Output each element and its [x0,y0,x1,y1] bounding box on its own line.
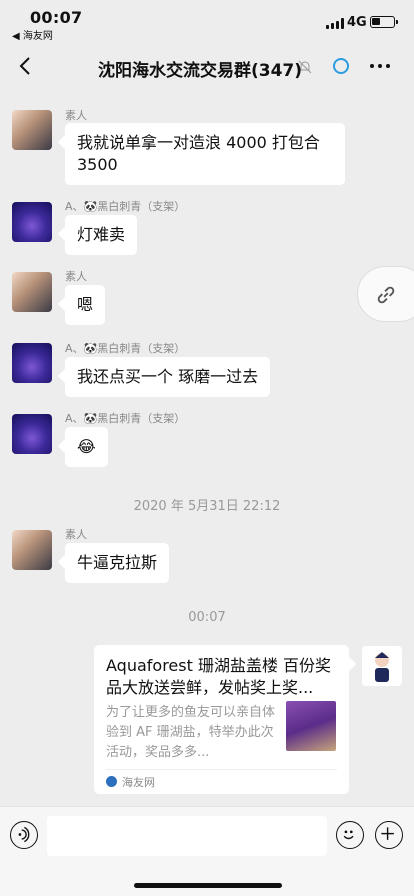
status-time: 00:07 [30,8,83,27]
source-icon [106,776,117,787]
status-bar: 00:07 ◀ 海友网 4G [0,0,414,44]
plus-icon[interactable] [375,821,403,849]
back-to-app-link[interactable]: ◀ 海友网 [12,27,53,42]
link-icon [377,286,395,304]
sender-name: 素人 [65,109,87,122]
voice-icon[interactable] [10,821,38,849]
mute-bell-icon [298,60,312,74]
avatar[interactable] [12,110,52,150]
avatar[interactable] [12,414,52,454]
chat-title: 沈阳海水交流交易群(347) [98,61,303,81]
message-bubble[interactable]: 我就说单拿一对造浪 4000 打包合 3500 [65,123,345,185]
avatar[interactable] [362,646,402,686]
floating-link-button[interactable] [357,266,414,322]
message-bubble[interactable]: 嗯 [65,285,106,325]
battery-icon [370,16,398,28]
divider [106,769,337,770]
sender-name: A、🐼黑白刺青（支架） [65,200,186,213]
signal-icon [326,18,344,29]
sender-name: A、🐼黑白刺青（支架） [65,342,186,355]
circle-icon[interactable] [332,57,350,75]
chevron-left-icon[interactable] [14,54,38,78]
card-thumbnail [286,701,336,751]
message-bubble[interactable]: 我还点买一个 琢磨一过去 [65,357,271,397]
avatar[interactable] [12,530,52,570]
chat-nav-bar: 沈阳海水交流交易群(347) [0,44,414,90]
link-card[interactable]: Aquaforest 珊湖盐盖楼 百份奖品大放送尝鲜，发帖奖上奖... 为了让更… [94,645,349,794]
message-input[interactable] [47,816,327,856]
avatar[interactable] [12,202,52,242]
card-title: Aquaforest 珊湖盐盖楼 百份奖品大放送尝鲜，发帖奖上奖... [106,656,332,697]
sender-name: 素人 [65,270,87,283]
message-bubble[interactable]: 牛逼克拉斯 [65,543,170,583]
chat-timestamp: 00:07 [188,610,226,625]
emoji-icon[interactable] [336,821,364,849]
card-description: 为了让更多的鱼友可以亲自体验到 AF 珊湖盐，特举办此次活动，奖品多多... [106,705,276,760]
chat-timestamp: 2020 年 5月31日 22:12 [133,499,281,514]
avatar[interactable] [12,272,52,312]
network-type: 4G [347,15,367,30]
message-bubble[interactable]: 😂 [65,427,108,467]
more-dots-icon[interactable] [370,64,390,68]
message-bubble[interactable]: 灯难卖 [65,215,138,255]
sender-name: A、🐼黑白刺青（支架） [65,412,186,425]
card-source: 海友网 [122,776,155,789]
home-indicator[interactable] [134,883,282,888]
sender-name: 素人 [65,528,87,541]
avatar[interactable] [12,343,52,383]
